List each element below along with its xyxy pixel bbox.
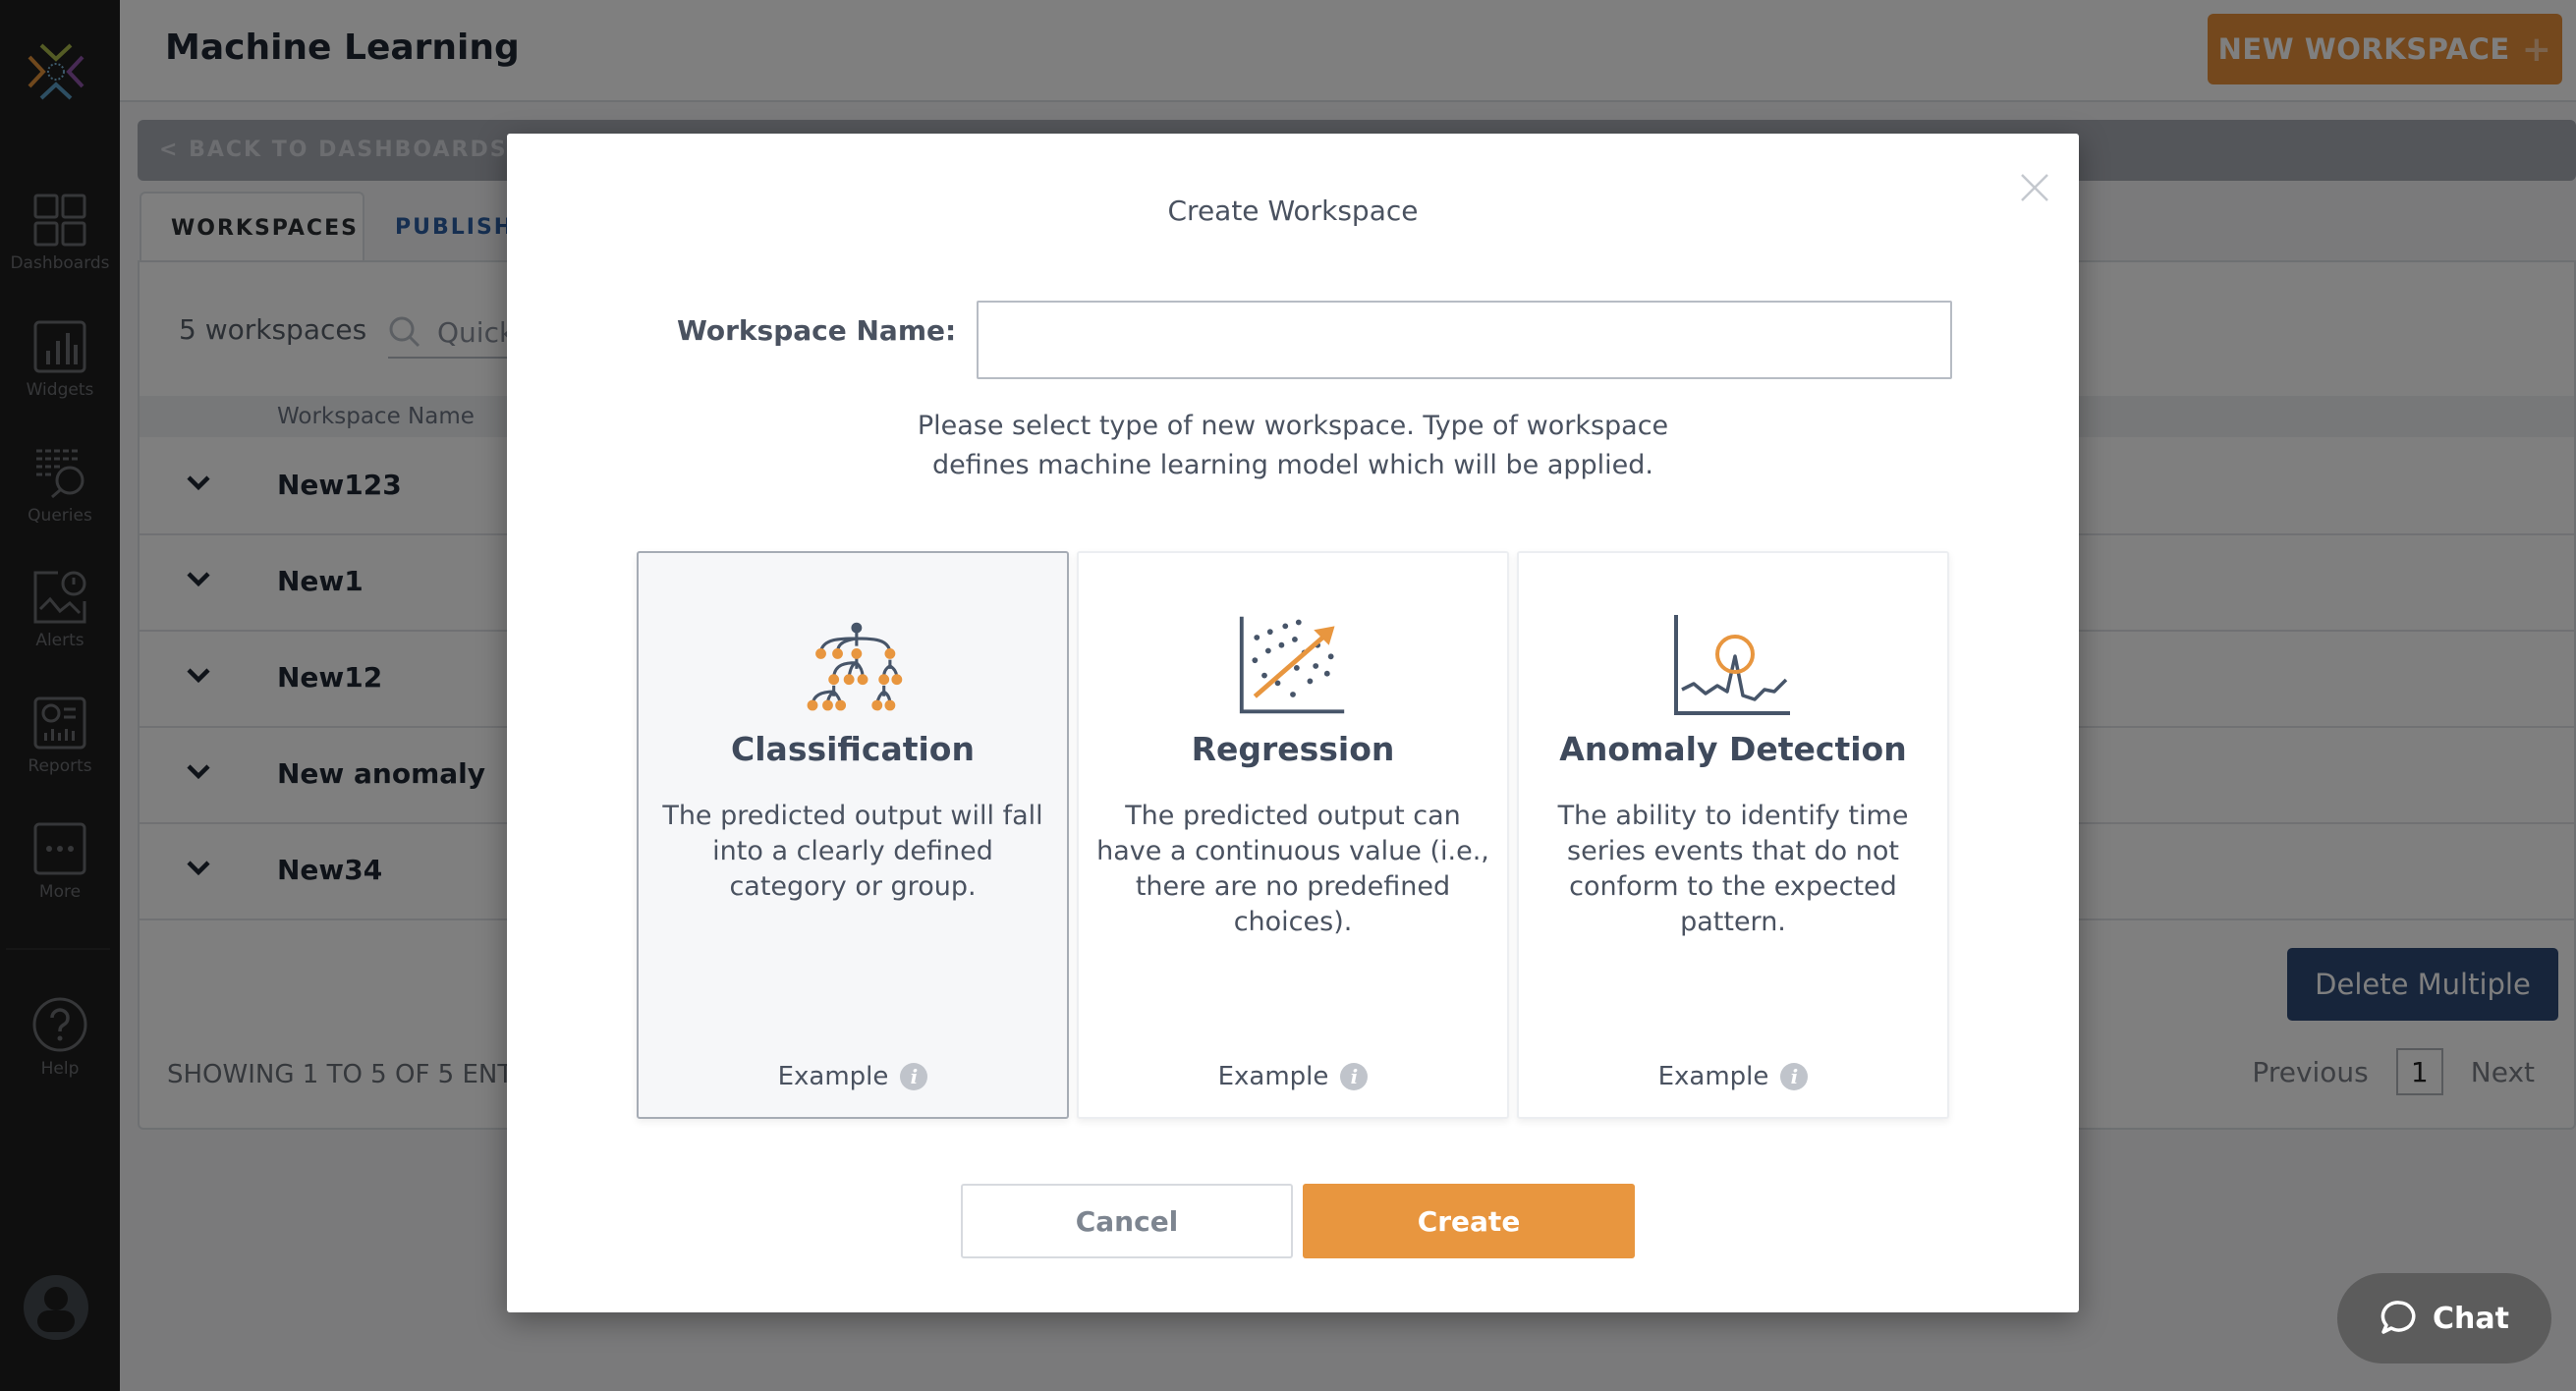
card-regression[interactable]: Regression The predicted output can have… bbox=[1077, 551, 1509, 1119]
instructions-line-1: Please select type of new workspace. Typ… bbox=[917, 411, 1669, 441]
card-classification[interactable]: Classification The predicted output will… bbox=[637, 551, 1069, 1119]
card-title: Regression bbox=[1191, 730, 1395, 768]
modal-title: Create Workspace bbox=[1167, 195, 1419, 227]
info-icon[interactable]: i bbox=[900, 1063, 928, 1090]
workspace-type-cards: Classification The predicted output will… bbox=[637, 551, 1949, 1121]
card-description: The ability to identify time series even… bbox=[1557, 801, 1909, 937]
workspace-name-input[interactable] bbox=[977, 301, 1952, 379]
workspace-name-label: Workspace Name: bbox=[677, 314, 957, 347]
card-description: The predicted output will fall into a cl… bbox=[662, 801, 1043, 902]
card-title: Classification bbox=[731, 730, 975, 768]
create-workspace-modal: Create Workspace Workspace Name: Please … bbox=[507, 134, 2079, 1312]
workspace-type-instructions: Please select type of new workspace. Typ… bbox=[507, 407, 2079, 485]
example-link[interactable]: Example i bbox=[1519, 1062, 1947, 1091]
chat-label: Chat bbox=[2433, 1301, 2509, 1336]
example-label: Example bbox=[1657, 1062, 1769, 1091]
example-link[interactable]: Example i bbox=[639, 1062, 1067, 1091]
card-title: Anomaly Detection bbox=[1559, 730, 1907, 768]
example-link[interactable]: Example i bbox=[1079, 1062, 1507, 1091]
example-label: Example bbox=[1217, 1062, 1329, 1091]
create-button[interactable]: Create bbox=[1303, 1184, 1635, 1258]
card-anomaly-detection[interactable]: Anomaly Detection The ability to identif… bbox=[1517, 551, 1949, 1119]
chat-button[interactable]: Chat bbox=[2337, 1273, 2551, 1363]
classification-tree-icon bbox=[807, 622, 903, 711]
info-icon[interactable]: i bbox=[1340, 1063, 1369, 1090]
example-label: Example bbox=[777, 1062, 889, 1091]
info-icon[interactable]: i bbox=[1780, 1063, 1809, 1090]
card-description: The predicted output can have a continuo… bbox=[1096, 801, 1489, 937]
anomaly-detection-icon bbox=[1674, 615, 1790, 715]
instructions-line-2: defines machine learning model which wil… bbox=[931, 450, 1654, 480]
regression-scatter-icon bbox=[1239, 616, 1345, 714]
cancel-button[interactable]: Cancel bbox=[961, 1184, 1293, 1258]
chat-bubble-icon bbox=[2380, 1301, 2416, 1334]
